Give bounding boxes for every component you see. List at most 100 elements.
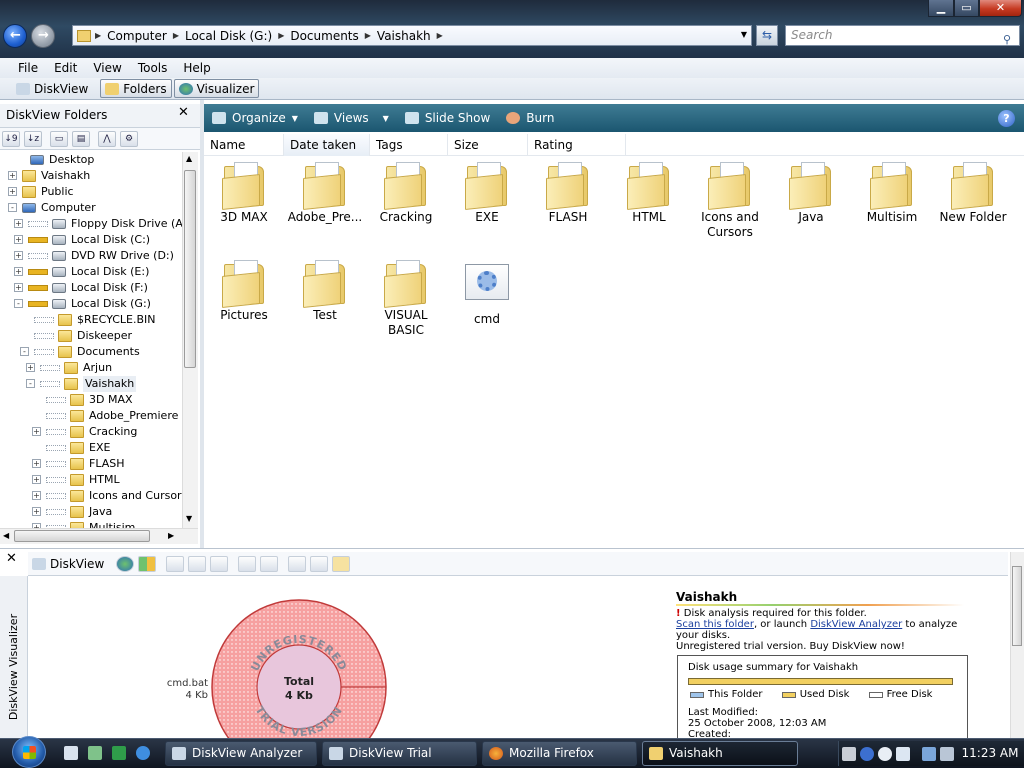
visualizer-button[interactable]: Visualizer xyxy=(173,79,260,98)
panel-splitter[interactable] xyxy=(200,100,204,548)
tray-device-icon[interactable] xyxy=(842,747,856,761)
tray-message-icon[interactable] xyxy=(896,747,910,761)
maximize-button[interactable]: ▭ xyxy=(954,0,979,17)
refresh-button[interactable]: ⇆ xyxy=(756,25,778,46)
expand-icon[interactable]: + xyxy=(32,427,41,436)
breadcrumb-local-disk-g[interactable]: Local Disk (G:) xyxy=(185,29,272,43)
expand-icon[interactable]: + xyxy=(14,251,23,260)
column-name[interactable]: Name xyxy=(204,134,284,156)
task-diskview-trial[interactable]: DiskView Trial xyxy=(322,741,477,766)
tree-item[interactable]: + Local Disk (F:) xyxy=(0,280,182,296)
treemap-icon[interactable] xyxy=(138,555,157,572)
views-button[interactable]: Views ▼ xyxy=(313,111,389,125)
bluetooth-icon[interactable] xyxy=(860,747,874,761)
menu-help[interactable]: Help xyxy=(183,61,210,75)
tree-item[interactable]: - Documents xyxy=(0,344,182,360)
search-icon[interactable]: ⚲ xyxy=(1003,30,1011,49)
sort-numeric-icon[interactable]: ↓9 xyxy=(2,130,20,147)
file-item[interactable]: cmd xyxy=(449,258,525,327)
column-date-taken[interactable]: Date taken xyxy=(284,134,370,156)
address-bar[interactable]: ▶ Computer ▶ Local Disk (G:) ▶ Documents ▶ … xyxy=(72,25,752,46)
folder-item[interactable]: 3D MAX xyxy=(206,160,282,225)
scroll-down-icon[interactable]: ▼ xyxy=(186,514,192,523)
tray-chat-icon[interactable] xyxy=(878,747,892,761)
expand-icon[interactable]: + xyxy=(14,219,23,228)
start-button[interactable] xyxy=(12,736,46,768)
network-icon[interactable] xyxy=(922,747,936,761)
options-icon[interactable]: ⚙ xyxy=(120,130,138,147)
expand-icon[interactable]: + xyxy=(32,459,41,468)
folder-item[interactable]: FLASH xyxy=(530,160,606,225)
breadcrumb-computer[interactable]: Computer xyxy=(107,29,167,43)
expand-icon[interactable]: + xyxy=(26,363,35,372)
sort-alpha-icon[interactable] xyxy=(260,555,279,572)
close-button[interactable]: ✕ xyxy=(979,0,1022,17)
column-rating[interactable]: Rating xyxy=(528,134,626,156)
collapse-icon[interactable]: - xyxy=(8,203,17,212)
visualizer-scroll-thumb[interactable] xyxy=(1012,566,1022,646)
expand-icon[interactable]: + xyxy=(32,507,41,516)
tree-item[interactable]: EXE xyxy=(0,440,182,456)
help-icon[interactable]: ? xyxy=(998,110,1015,127)
close-icon[interactable]: ✕ xyxy=(178,105,189,120)
task-mozilla-firefox[interactable]: Mozilla Firefox xyxy=(482,741,637,766)
expand-icon[interactable]: + xyxy=(8,171,17,180)
scroll-up-icon[interactable]: ▲ xyxy=(186,154,192,163)
folders-button[interactable]: Folders xyxy=(100,79,172,98)
folder-item[interactable]: Pictures xyxy=(206,258,282,323)
switch-windows-icon[interactable] xyxy=(88,746,102,760)
tree-item[interactable]: 3D MAX xyxy=(0,392,182,408)
folder-item[interactable]: Cracking xyxy=(368,160,444,225)
tree-item[interactable]: + DVD RW Drive (D:) xyxy=(0,248,182,264)
diskview-analyzer-link[interactable]: DiskView Analyzer xyxy=(810,619,902,630)
folder-item[interactable]: Adobe_Pre... xyxy=(287,160,363,225)
tree-item[interactable]: + Floppy Disk Drive (A:) xyxy=(0,216,182,232)
expand-icon[interactable]: + xyxy=(8,187,17,196)
collapse-icon[interactable]: - xyxy=(26,379,35,388)
scroll-left-icon[interactable]: ◀ xyxy=(3,531,9,540)
tree-item[interactable]: + Local Disk (E:) xyxy=(0,264,182,280)
menu-view[interactable]: View xyxy=(93,61,121,75)
quicklaunch-app-icon[interactable] xyxy=(112,746,126,760)
volume-icon[interactable] xyxy=(940,747,954,761)
tree-item[interactable]: Diskeeper xyxy=(0,328,182,344)
tree-item[interactable]: + HTML xyxy=(0,472,182,488)
folder-item[interactable]: HTML xyxy=(611,160,687,225)
save-icon[interactable] xyxy=(166,555,185,572)
burn-button[interactable]: Burn xyxy=(506,111,554,125)
compass-icon[interactable]: ⋀ xyxy=(98,130,116,147)
tree-scroll-thumb[interactable] xyxy=(184,170,196,368)
folder-item[interactable]: EXE xyxy=(449,160,525,225)
tree-item[interactable]: + Cracking xyxy=(0,424,182,440)
clock[interactable]: 11:23 AM xyxy=(960,738,1020,768)
tree-hscroll-thumb[interactable] xyxy=(14,530,150,542)
menu-tools[interactable]: Tools xyxy=(138,61,168,75)
tree-item[interactable]: + Vaishakh xyxy=(0,168,182,184)
expand-icon[interactable]: + xyxy=(32,475,41,484)
print-icon[interactable] xyxy=(210,555,229,572)
refresh-icon[interactable] xyxy=(332,555,351,572)
close-icon[interactable]: ✕ xyxy=(6,551,17,566)
folder-item[interactable]: Icons and Cursors xyxy=(692,160,768,240)
tree-item[interactable]: + Java xyxy=(0,504,182,520)
tree-item[interactable]: - Local Disk (G:) xyxy=(0,296,182,312)
tree-item[interactable]: + FLASH xyxy=(0,456,182,472)
tree-item[interactable]: - Computer xyxy=(0,200,182,216)
show-desktop-icon[interactable] xyxy=(64,746,78,760)
tree-item[interactable]: + Icons and Cursors xyxy=(0,488,182,504)
breadcrumb-vaishakh[interactable]: Vaishakh xyxy=(377,29,431,43)
task-vaishakh[interactable]: Vaishakh xyxy=(642,741,798,766)
folder-item[interactable]: Multisim xyxy=(854,160,930,225)
collapse-icon[interactable]: - xyxy=(14,299,23,308)
back-button[interactable]: ← xyxy=(3,24,27,48)
expand-icon[interactable]: + xyxy=(14,283,23,292)
menu-file[interactable]: File xyxy=(18,61,38,75)
breadcrumb-documents[interactable]: Documents xyxy=(290,29,358,43)
folder-view-icon[interactable]: ▤ xyxy=(72,130,90,147)
tree-item[interactable]: + Public xyxy=(0,184,182,200)
options-icon[interactable] xyxy=(310,555,329,572)
column-tags[interactable]: Tags xyxy=(370,134,448,156)
tree-item[interactable]: $RECYCLE.BIN xyxy=(0,312,182,328)
diskview-button[interactable]: DiskView xyxy=(12,79,92,98)
folder-item[interactable]: New Folder xyxy=(935,160,1011,225)
